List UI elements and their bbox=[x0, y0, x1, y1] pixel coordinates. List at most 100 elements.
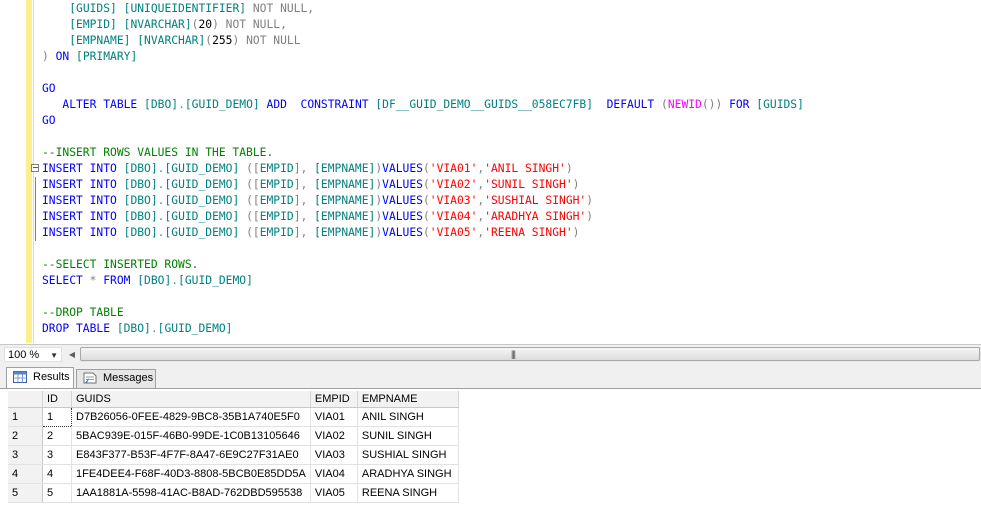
code-line[interactable]: SELECT * FROM [DBO].[GUID_DEMO] bbox=[42, 273, 804, 289]
column-header-empname[interactable]: EMPNAME bbox=[357, 391, 459, 408]
cell-empid[interactable]: VIA03 bbox=[310, 445, 358, 465]
outline-guide bbox=[35, 177, 36, 193]
scroll-left-arrow-icon[interactable]: ◀ bbox=[66, 348, 78, 361]
code-line[interactable]: − INSERT INTO [DBO].[GUID_DEMO] ([EMPID],… bbox=[31, 161, 804, 177]
code-token: [DBO] bbox=[123, 162, 158, 175]
column-header-id[interactable]: ID bbox=[42, 391, 72, 408]
cell-empname[interactable]: SUNIL SINGH bbox=[357, 426, 459, 446]
cell-empname[interactable]: ARADHYA SINGH bbox=[357, 464, 459, 484]
cell-id[interactable]: 4 bbox=[42, 464, 72, 484]
tab-messages-label: Messages bbox=[103, 372, 154, 384]
code-line[interactable]: INSERT INTO [DBO].[GUID_DEMO] ([EMPID], … bbox=[35, 225, 804, 241]
code-token: GO bbox=[42, 82, 56, 95]
code-line[interactable] bbox=[42, 241, 804, 257]
code-line[interactable] bbox=[42, 65, 804, 81]
table-row: 5 5 1AA1881A-5598-41AC-B8AD-762DBD595538… bbox=[8, 483, 459, 503]
code-line[interactable]: --SELECT INSERTED ROWS. bbox=[42, 257, 804, 273]
results-grid[interactable]: ID GUIDS EMPID EMPNAME 1 1 D7B26056-0FEE… bbox=[8, 391, 459, 503]
cell-guids[interactable]: 5BAC939E-015F-46B0-99DE-1C0B13105646 bbox=[71, 426, 311, 446]
code-token: * bbox=[82, 274, 104, 287]
code-line[interactable]: INSERT INTO [DBO].[GUID_DEMO] ([EMPID], … bbox=[35, 209, 804, 225]
row-number[interactable]: 3 bbox=[8, 445, 43, 465]
code-line[interactable]: INSERT INTO [DBO].[GUID_DEMO] ([EMPID], … bbox=[35, 193, 804, 209]
code-token: ( bbox=[422, 226, 430, 239]
row-number[interactable]: 4 bbox=[8, 464, 43, 484]
code-line[interactable]: [EMPNAME] [NVARCHAR](255) NOT NULL bbox=[42, 33, 804, 49]
horizontal-scrollbar-thumb[interactable]: ||| bbox=[80, 347, 980, 361]
cell-id[interactable]: 2 bbox=[42, 426, 72, 446]
code-token: ], bbox=[293, 162, 315, 175]
code-token: ( bbox=[422, 178, 430, 191]
cell-empname[interactable]: SUSHIAL SINGH bbox=[357, 445, 459, 465]
code-token: [DBO] bbox=[123, 178, 158, 191]
sql-query-editor[interactable]: [GUIDS] [UNIQUEIDENTIFIER] NOT NULL, [EM… bbox=[0, 0, 981, 343]
outline-guide bbox=[35, 225, 36, 241]
code-token: [EMPNAME] bbox=[314, 194, 376, 207]
code-token: ) bbox=[586, 194, 594, 207]
code-line[interactable]: ALTER TABLE [DBO].[GUID_DEMO] ADD CONSTR… bbox=[42, 97, 804, 113]
cell-guids[interactable]: D7B26056-0FEE-4829-9BC8-35B1A740E5F0 bbox=[71, 407, 311, 427]
code-line[interactable]: GO bbox=[42, 113, 804, 129]
code-line[interactable]: INSERT INTO [DBO].[GUID_DEMO] ([EMPID], … bbox=[35, 177, 804, 193]
code-line[interactable] bbox=[42, 129, 804, 145]
code-token: [GUID_DEMO] bbox=[184, 98, 260, 111]
results-grid-icon bbox=[13, 371, 27, 383]
cell-guids[interactable]: 1AA1881A-5598-41AC-B8AD-762DBD595538 bbox=[71, 483, 311, 503]
cell-empid[interactable]: VIA04 bbox=[310, 464, 358, 484]
cell-guids[interactable]: E843F377-B53F-4F7F-8A47-6E9C27F31AE0 bbox=[71, 445, 311, 465]
code-token: ([ bbox=[239, 226, 260, 239]
cell-empid[interactable]: VIA05 bbox=[310, 483, 358, 503]
code-line[interactable]: --DROP TABLE bbox=[42, 305, 804, 321]
code-line[interactable]: DROP TABLE [DBO].[GUID_DEMO] bbox=[42, 321, 804, 337]
cell-id[interactable]: 3 bbox=[42, 445, 72, 465]
code-token: [DBO] bbox=[137, 274, 172, 287]
row-number[interactable]: 5 bbox=[8, 483, 43, 503]
code-token: 20 bbox=[198, 18, 213, 31]
code-token: NEWID bbox=[667, 98, 702, 111]
cell-empid[interactable]: VIA02 bbox=[310, 426, 358, 446]
code-token: [GUID_DEMO] bbox=[157, 322, 233, 335]
code-token: 'REENA SINGH' bbox=[484, 226, 573, 239]
grid-corner-cell[interactable] bbox=[8, 391, 43, 408]
code-token: NOT NULL, bbox=[246, 2, 315, 15]
cell-guids[interactable]: 1FE4DEE4-F68F-40D3-8808-5BCB0E85DD5A bbox=[71, 464, 311, 484]
tab-results[interactable]: Results bbox=[6, 367, 74, 388]
code-token: ALTER TABLE bbox=[62, 98, 138, 111]
code-line[interactable]: ) ON [PRIMARY] bbox=[42, 49, 804, 65]
code-line[interactable] bbox=[42, 289, 804, 305]
cell-id[interactable]: 5 bbox=[42, 483, 72, 503]
code-token: ([ bbox=[239, 178, 260, 191]
results-tab-strip: Results Messages bbox=[0, 364, 981, 389]
row-number[interactable]: 1 bbox=[8, 407, 43, 427]
column-header-empid[interactable]: EMPID bbox=[310, 391, 358, 408]
column-header-guids[interactable]: GUIDS bbox=[71, 391, 311, 408]
code-token: DROP TABLE bbox=[42, 322, 111, 335]
code-token: --SELECT INSERTED ROWS. bbox=[42, 258, 199, 271]
horizontal-scrollbar[interactable]: ||| bbox=[80, 347, 981, 362]
code-token: ) bbox=[565, 162, 573, 175]
code-line[interactable]: [GUIDS] [UNIQUEIDENTIFIER] NOT NULL, bbox=[42, 1, 804, 17]
code-line[interactable]: GO bbox=[42, 81, 804, 97]
code-line[interactable]: --INSERT ROWS VALUES IN THE TABLE. bbox=[42, 145, 804, 161]
zoom-level-select[interactable]: 100 % ▼ bbox=[4, 347, 62, 362]
cell-id[interactable]: 1 bbox=[42, 407, 72, 427]
cell-empid[interactable]: VIA01 bbox=[310, 407, 358, 427]
tab-results-label: Results bbox=[33, 371, 70, 383]
collapse-region-icon[interactable]: − bbox=[31, 164, 39, 172]
code-token: ) NOT NULL bbox=[232, 34, 301, 47]
row-number[interactable]: 2 bbox=[8, 426, 43, 446]
cell-empname[interactable]: ANIL SINGH bbox=[357, 407, 459, 427]
code-token: [GUID_DEMO] bbox=[164, 210, 240, 223]
code-token: 'VIA05' bbox=[429, 226, 478, 239]
code-token: GO bbox=[42, 114, 56, 127]
cell-empname[interactable]: REENA SINGH bbox=[357, 483, 459, 503]
code-line[interactable]: [EMPID] [NVARCHAR](20) NOT NULL, bbox=[42, 17, 804, 33]
tab-messages[interactable]: Messages bbox=[76, 369, 156, 388]
code-token: ()) bbox=[701, 98, 730, 111]
